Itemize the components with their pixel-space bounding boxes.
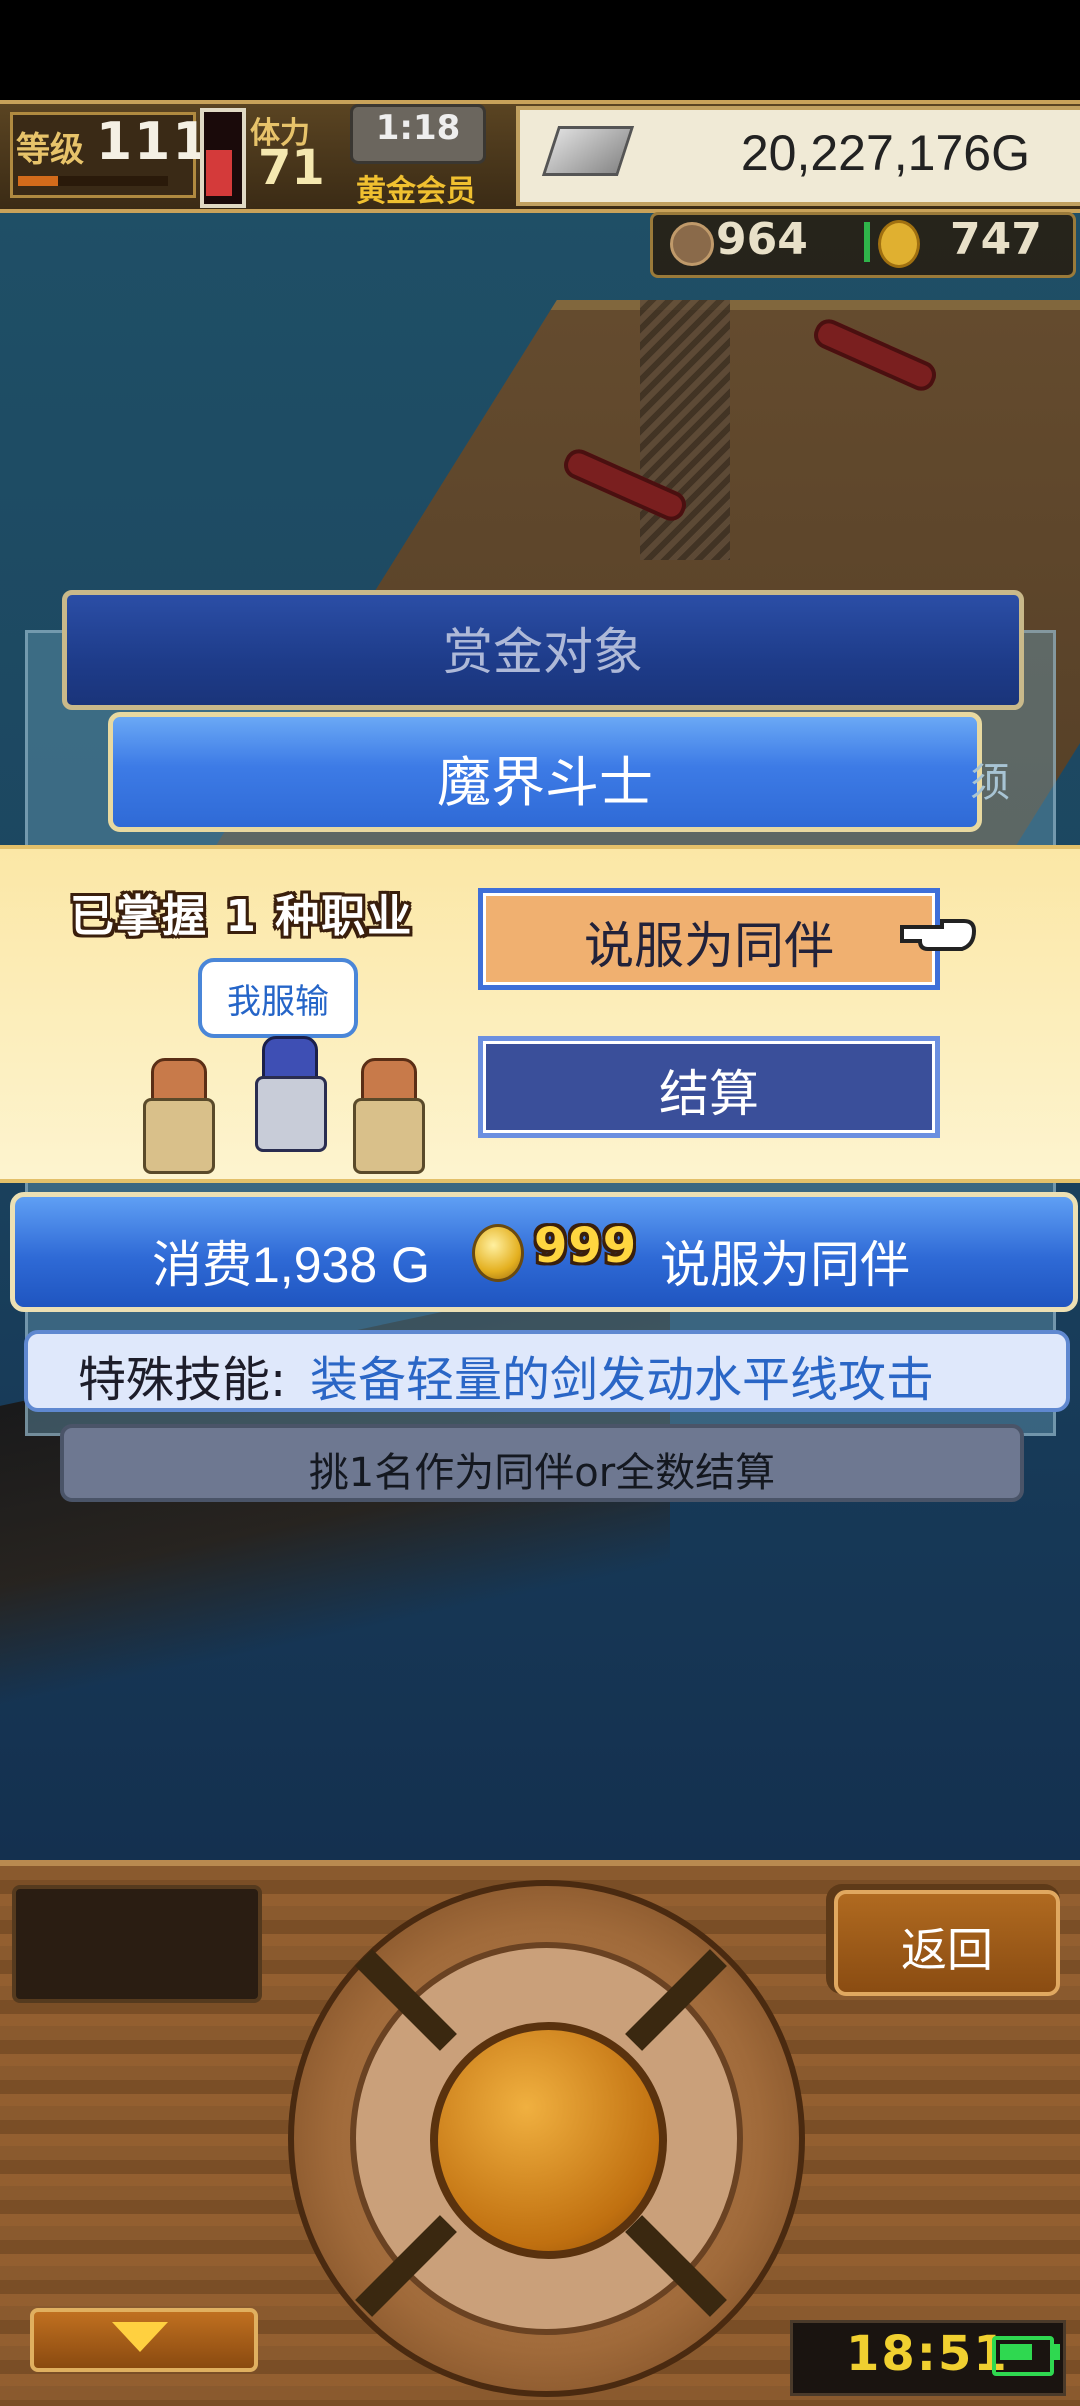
- dpad-center-button[interactable]: [430, 2022, 667, 2259]
- skill-description: 装备轻量的剑发动水平线攻击: [310, 1352, 935, 1408]
- coin-count: 999: [534, 1218, 638, 1274]
- ship-rigging: [640, 300, 730, 560]
- ally-sprite-left: [136, 1058, 216, 1174]
- controller-screen-slot: [12, 1885, 262, 2003]
- stamina-fill: [206, 150, 232, 196]
- member-badge: 黄金会员: [356, 174, 476, 209]
- sprite-body: [353, 1098, 425, 1174]
- down-arrow-icon: [112, 2322, 168, 2352]
- pointing-hand-icon: [900, 919, 977, 951]
- level-progress-fill: [18, 176, 58, 186]
- resource-divider: [864, 222, 870, 262]
- cost-text: 消费1,938 G: [152, 1237, 430, 1293]
- mastered-jobs-text: 已掌握 1 种职业: [70, 891, 414, 942]
- medal-icon: [670, 222, 714, 266]
- obscured-label: 须: [970, 760, 1010, 806]
- silver-bar-icon: [541, 126, 635, 176]
- sprite-body: [143, 1098, 215, 1174]
- gold-coin-icon: [878, 220, 920, 268]
- speech-text: 我服输: [227, 982, 329, 1022]
- clock-text: 18:51: [846, 2326, 1009, 2382]
- sprite-body: [255, 1076, 327, 1152]
- resource-value-1: 964: [716, 214, 808, 265]
- money-amount: 20,227,176G: [740, 125, 1030, 181]
- timer-text: 1:18: [375, 108, 461, 148]
- resource-value-2: 747: [950, 214, 1042, 265]
- gold-coin-icon: [472, 1224, 524, 1282]
- panel-title: 赏金对象: [443, 623, 643, 681]
- battery-fill: [1000, 2344, 1032, 2360]
- stamina-value: 71: [258, 140, 325, 196]
- monster-sprite: [246, 1036, 330, 1152]
- hint-text: 挑1名作为同伴or全数结算: [308, 1450, 776, 1496]
- skill-label: 特殊技能:: [78, 1352, 287, 1408]
- level-value: 111: [96, 112, 211, 172]
- level-label: 等级: [16, 130, 84, 170]
- battery-tip: [1052, 2344, 1060, 2360]
- ally-sprite-right: [346, 1058, 426, 1174]
- cost-action-text: 说服为同伴: [660, 1236, 910, 1294]
- target-name: 魔界斗士: [437, 751, 653, 814]
- back-button-label[interactable]: 返回: [834, 1914, 1060, 1980]
- settle-button-label[interactable]: 结算: [478, 1054, 940, 1126]
- recruit-button-label[interactable]: 说服为同伴: [478, 906, 940, 978]
